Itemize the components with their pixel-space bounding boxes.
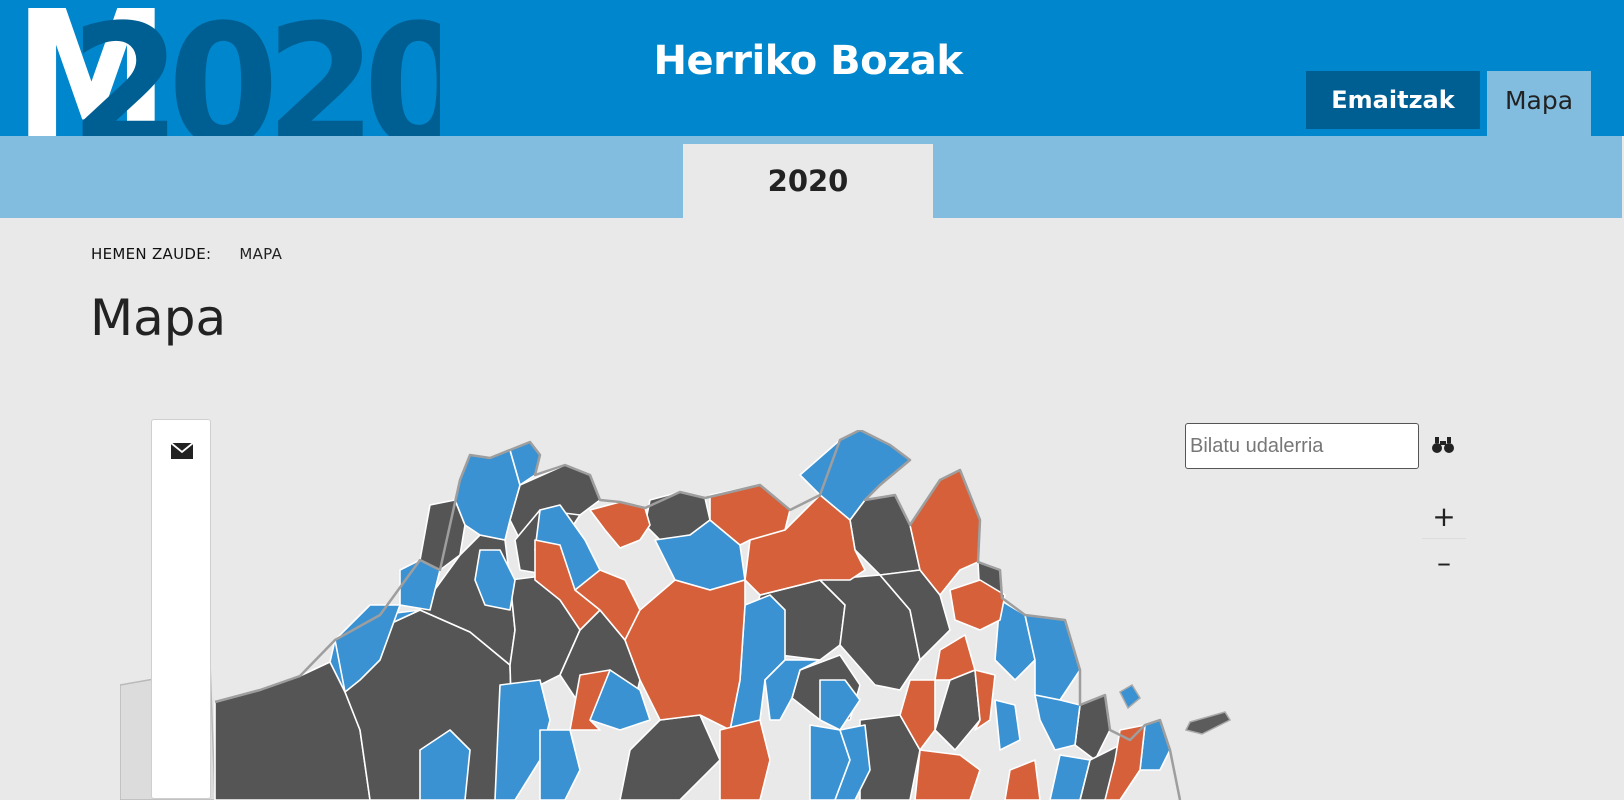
breadcrumb-current: MAPA [239, 245, 283, 263]
map-islet [1184, 711, 1232, 735]
map-region[interactable] [934, 634, 976, 681]
zoom-out-button[interactable]: – [1422, 540, 1466, 584]
map-region[interactable] [934, 669, 981, 751]
minus-icon: – [1437, 545, 1451, 579]
map-region[interactable] [619, 714, 721, 800]
map-islet-2 [1119, 683, 1141, 710]
share-panel [151, 419, 211, 799]
map-region[interactable] [1034, 694, 1081, 751]
map-region[interactable] [719, 719, 771, 800]
municipality-search-input[interactable] [1185, 423, 1419, 469]
page-title: Mapa [90, 289, 227, 347]
map-region[interactable] [589, 501, 651, 549]
breadcrumb-label: HEMEN ZAUDE: [91, 245, 212, 263]
map-region[interactable] [994, 699, 1021, 751]
map-region[interactable] [539, 729, 581, 800]
year-tab[interactable]: 2020 [683, 144, 933, 218]
map-region[interactable] [914, 749, 981, 800]
envelope-icon[interactable] [170, 442, 194, 460]
municipality-map[interactable] [120, 430, 1250, 800]
nav-results-button[interactable]: Emaitzak [1306, 71, 1480, 129]
plus-icon: + [1432, 499, 1456, 533]
year-bar: 2020 [0, 136, 1622, 218]
binoculars-icon[interactable] [1432, 436, 1454, 454]
nav-map-tab[interactable]: Mapa [1487, 71, 1591, 136]
map-region[interactable] [1004, 759, 1041, 800]
zoom-in-button[interactable]: + [1422, 494, 1466, 539]
site-header: M 2020 Herriko Bozak Emaitzak Mapa [0, 0, 1624, 136]
breadcrumb: HEMEN ZAUDE: MAPA [91, 245, 282, 263]
